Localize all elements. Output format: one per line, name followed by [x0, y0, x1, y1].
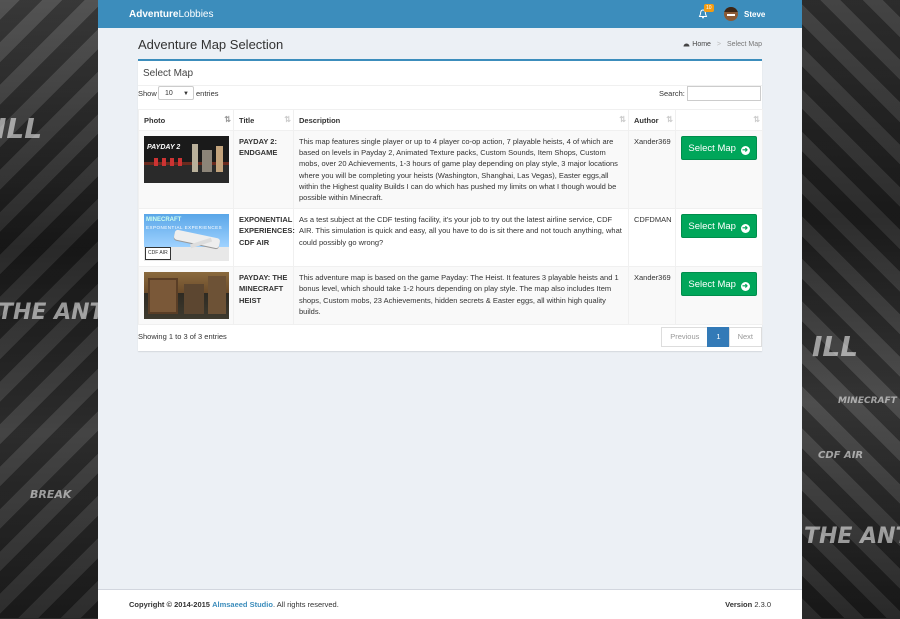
breadcrumb-separator: >: [716, 41, 722, 48]
action-cell: Select Map ➜: [675, 129, 763, 210]
background-text: ILL: [0, 112, 43, 145]
background-text: THE ANTH: [0, 300, 98, 325]
company-link[interactable]: Almsaeed Studio: [212, 600, 273, 609]
column-header-description[interactable]: Description ⇅: [293, 109, 629, 131]
arrow-circle-right-icon: ➜: [740, 146, 750, 155]
app-shell: AdventureLobbies 10 Steve Adventure Map …: [98, 0, 802, 619]
table-info: Showing 1 to 3 of 3 entries: [138, 332, 227, 341]
table-row: PAYDAY: THE MINECRAFT HEIST This adventu…: [138, 266, 763, 326]
map-thumbnail: MINECRAFT EXPONENTIAL EXPERIENCES CDF AI…: [144, 214, 229, 262]
footer-version: Version 2.3.0: [725, 600, 771, 609]
brand-logo[interactable]: AdventureLobbies: [129, 9, 213, 20]
photo-cell: [138, 266, 234, 326]
select-map-box: Select Map Show 10 ▼ entries Search: Pho…: [138, 59, 763, 351]
box-divider: [138, 85, 762, 86]
arrow-circle-right-icon: ➜: [740, 224, 750, 234]
background-text: THE ANTH: [804, 524, 900, 549]
entries-label: entries: [196, 89, 219, 98]
show-label: Show: [138, 89, 157, 98]
column-header-author[interactable]: Author ⇅: [628, 109, 676, 131]
search-label: Search:: [659, 89, 685, 98]
background-art-left: ILL THE ANTH BREAK: [0, 0, 98, 618]
arrow-circle-right-icon: ➜: [740, 282, 750, 292]
select-map-button[interactable]: Select Map ➜: [681, 136, 757, 160]
map-author: CDFDMAN: [628, 208, 676, 268]
map-title: PAYDAY 2: ENDGAME: [233, 129, 294, 210]
breadcrumb-current: Select Map: [726, 41, 762, 48]
box-title: Select Map: [143, 68, 194, 79]
photo-cell: PAYDAY 2: [138, 129, 234, 210]
search-input[interactable]: [687, 86, 761, 101]
map-title: EXPONENTIAL EXPERIENCES: CDF AIR: [233, 208, 295, 268]
background-text: ILL: [812, 330, 859, 363]
select-map-button[interactable]: Select Map ➜: [681, 272, 757, 297]
photo-cell: MINECRAFT EXPONENTIAL EXPERIENCES CDF AI…: [138, 208, 234, 268]
pagination-previous[interactable]: Previous: [661, 327, 709, 347]
thumbnail-text: PAYDAY 2: [147, 144, 181, 151]
table-row: PAYDAY 2 PAYDAY 2: ENDGAME This map feat…: [138, 129, 763, 210]
pagination-page[interactable]: 1: [707, 327, 730, 347]
sort-icon: ⇅: [619, 115, 626, 124]
brand-rest: Lobbies: [178, 9, 214, 20]
entries-length-value: 10: [165, 90, 173, 97]
background-text: CDF AIR: [818, 450, 864, 461]
background-text: BREAK: [30, 488, 72, 501]
top-navbar: AdventureLobbies 10 Steve: [98, 0, 802, 28]
pagination: Previous 1 Next: [661, 327, 762, 347]
column-header-action[interactable]: ⇅: [675, 109, 763, 131]
user-name[interactable]: Steve: [744, 10, 765, 19]
notification-badge: 10: [704, 4, 714, 12]
breadcrumb-home[interactable]: Home: [692, 41, 711, 48]
sort-icon: ⇅: [284, 115, 291, 124]
map-description: This map features single player or up to…: [293, 129, 629, 210]
map-author: Xander369: [628, 266, 676, 326]
map-description: As a test subject at the CDF testing fac…: [293, 208, 629, 268]
brand-bold: Adventure: [129, 9, 179, 20]
entries-length-select[interactable]: 10 ▼: [158, 86, 194, 100]
sort-icon: ⇅: [753, 115, 760, 124]
breadcrumb: Home > Select Map: [683, 41, 762, 48]
select-map-button[interactable]: Select Map ➜: [681, 214, 757, 239]
sort-icon: ⇅: [666, 115, 673, 124]
background-art-right: THE ANTH ILL MINECRAFT CDF AIR: [802, 0, 900, 618]
background-text: MINECRAFT: [838, 396, 897, 406]
map-title: PAYDAY: THE MINECRAFT HEIST: [233, 266, 294, 326]
thumbnail-text: CDF AIR: [145, 247, 171, 261]
table-header-row: Photo ⇅ Title ⇅ Description ⇅ Author ⇅ ⇅: [138, 109, 763, 131]
action-cell: Select Map ➜: [675, 266, 763, 326]
map-author: Xander369: [628, 129, 676, 210]
action-cell: Select Map ➜: [675, 208, 763, 268]
map-thumbnail: [144, 272, 229, 320]
avatar[interactable]: [724, 7, 738, 21]
sort-icon: ⇅: [224, 115, 231, 124]
column-header-photo[interactable]: Photo ⇅: [138, 109, 234, 131]
pagination-next[interactable]: Next: [728, 327, 762, 347]
column-header-title[interactable]: Title ⇅: [233, 109, 294, 131]
map-description: This adventure map is based on the game …: [293, 266, 629, 326]
page-title: Adventure Map Selection: [138, 37, 284, 52]
chevron-down-icon: ▼: [183, 91, 189, 97]
maps-table: Photo ⇅ Title ⇅ Description ⇅ Author ⇅ ⇅ PAY…: [138, 109, 763, 326]
map-thumbnail: PAYDAY 2: [144, 136, 229, 183]
table-row: MINECRAFT EXPONENTIAL EXPERIENCES CDF AI…: [138, 208, 763, 268]
footer: Copyright © 2014-2015 Almsaeed Studio. A…: [98, 589, 802, 619]
dashboard-icon: [683, 43, 690, 47]
footer-copyright: Copyright © 2014-2015 Almsaeed Studio. A…: [129, 600, 339, 609]
